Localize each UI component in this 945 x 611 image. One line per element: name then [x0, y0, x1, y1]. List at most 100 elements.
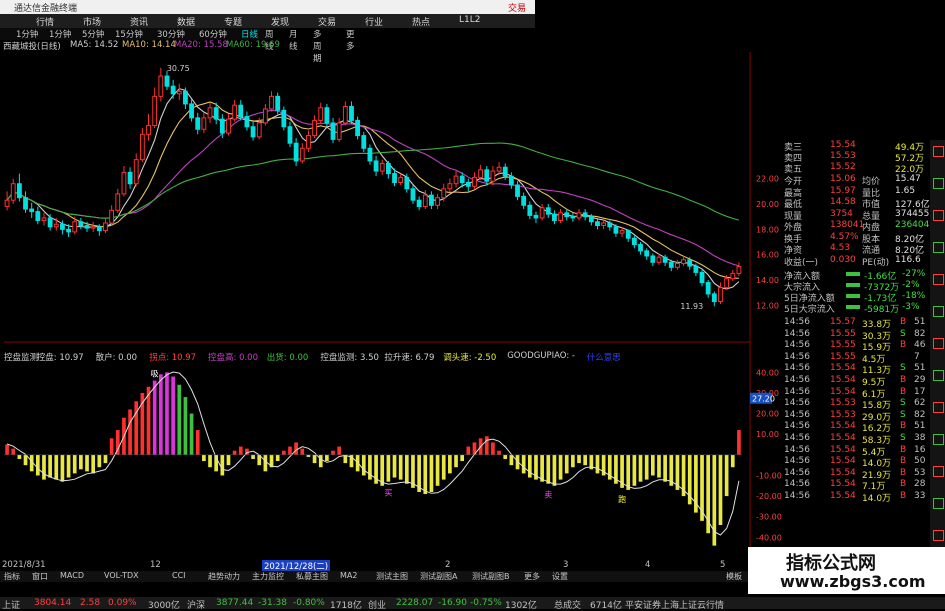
candle[interactable]	[367, 144, 373, 165]
candle[interactable]	[711, 291, 717, 307]
candle[interactable]	[564, 209, 570, 221]
candle[interactable]	[16, 173, 22, 202]
right-sidebar[interactable]	[930, 140, 945, 570]
candle[interactable]	[78, 217, 84, 230]
sidebar-square-icon[interactable]	[933, 338, 944, 349]
indicator-tab[interactable]: 趋势动力	[208, 571, 240, 582]
candle[interactable]	[552, 210, 557, 225]
candle[interactable]	[170, 79, 176, 99]
candle[interactable]	[299, 143, 305, 164]
candle[interactable]	[675, 259, 680, 270]
candle[interactable]	[361, 131, 367, 153]
candle[interactable]	[287, 121, 293, 147]
candle[interactable]	[435, 193, 440, 210]
candle[interactable]	[121, 166, 127, 197]
candle[interactable]	[539, 204, 545, 221]
candle[interactable]	[429, 191, 434, 210]
candle[interactable]	[312, 115, 317, 139]
candle[interactable]	[582, 209, 588, 221]
candle[interactable]	[465, 178, 471, 192]
candle[interactable]	[281, 106, 287, 131]
candle[interactable]	[736, 262, 742, 277]
sidebar-square-icon[interactable]	[933, 178, 944, 189]
candle[interactable]	[545, 204, 551, 218]
candle[interactable]	[447, 178, 453, 193]
indicator-tab[interactable]: 主力监控	[252, 571, 284, 582]
indicator-tab[interactable]: 测试副图B	[472, 571, 510, 582]
indicator-tab[interactable]: 设置	[552, 571, 568, 582]
indicator-tab[interactable]: VOL-TDX	[104, 571, 139, 580]
sidebar-square-icon[interactable]	[933, 402, 944, 413]
sidebar-square-icon[interactable]	[933, 466, 944, 477]
candle[interactable]	[631, 235, 637, 249]
candle[interactable]	[508, 172, 514, 189]
candle[interactable]	[385, 160, 391, 179]
candle[interactable]	[650, 253, 656, 267]
candle[interactable]	[183, 87, 188, 109]
indicator-tab[interactable]: 私募主图	[296, 571, 328, 582]
candle[interactable]	[250, 121, 256, 141]
candle[interactable]	[521, 192, 527, 210]
candle[interactable]	[127, 167, 133, 189]
candle[interactable]	[262, 103, 268, 126]
candle[interactable]	[410, 185, 416, 204]
candle[interactable]	[306, 130, 311, 153]
candle[interactable]	[478, 164, 484, 180]
candle[interactable]	[133, 153, 139, 187]
candle[interactable]	[398, 173, 404, 185]
candle[interactable]	[115, 188, 121, 213]
candle[interactable]	[373, 155, 379, 177]
candle[interactable]	[576, 209, 582, 221]
candle[interactable]	[10, 178, 16, 204]
candle[interactable]	[226, 114, 231, 136]
candle[interactable]	[355, 116, 361, 140]
candle[interactable]	[533, 211, 539, 223]
candle[interactable]	[638, 242, 643, 255]
candle[interactable]	[41, 212, 47, 226]
sidebar-square-icon[interactable]	[933, 242, 944, 253]
indicator-tab[interactable]: MACD	[60, 571, 84, 580]
candle[interactable]	[324, 103, 330, 127]
candle[interactable]	[416, 196, 422, 211]
candle[interactable]	[705, 280, 711, 298]
indicator-tab[interactable]: 测试副图A	[420, 571, 457, 582]
candle[interactable]	[176, 83, 182, 101]
candle[interactable]	[152, 87, 158, 128]
sidebar-square-icon[interactable]	[933, 370, 944, 381]
candle[interactable]	[139, 128, 145, 163]
candle[interactable]	[644, 248, 650, 260]
candle[interactable]	[570, 212, 576, 222]
candle[interactable]	[625, 229, 631, 242]
candle[interactable]	[207, 102, 213, 123]
candle[interactable]	[35, 206, 41, 225]
candle[interactable]	[201, 112, 207, 134]
candle[interactable]	[330, 117, 336, 144]
candle[interactable]	[244, 111, 250, 131]
candle[interactable]	[232, 100, 238, 122]
candle[interactable]	[730, 269, 736, 282]
candle[interactable]	[158, 67, 164, 102]
candle[interactable]	[718, 282, 723, 305]
indicator-tab[interactable]: 窗口	[32, 571, 48, 582]
sidebar-square-icon[interactable]	[933, 274, 944, 285]
candle[interactable]	[318, 102, 324, 125]
candle[interactable]	[164, 71, 170, 90]
sidebar-square-icon[interactable]	[933, 434, 944, 445]
candle[interactable]	[269, 91, 274, 112]
candle[interactable]	[558, 209, 563, 223]
indicator-tab[interactable]: 更多	[524, 571, 540, 582]
candle[interactable]	[293, 138, 299, 166]
candle[interactable]	[195, 112, 201, 135]
candle[interactable]	[515, 181, 520, 201]
candle[interactable]	[527, 201, 533, 220]
candle[interactable]	[336, 117, 342, 142]
candle[interactable]	[342, 101, 348, 126]
template-tab[interactable]: 模板	[726, 571, 742, 582]
candle[interactable]	[29, 202, 35, 218]
candle[interactable]	[103, 217, 108, 234]
sidebar-square-icon[interactable]	[933, 498, 944, 509]
candle[interactable]	[699, 269, 705, 287]
candle[interactable]	[681, 255, 686, 267]
candle[interactable]	[484, 166, 490, 185]
candle[interactable]	[349, 101, 354, 125]
